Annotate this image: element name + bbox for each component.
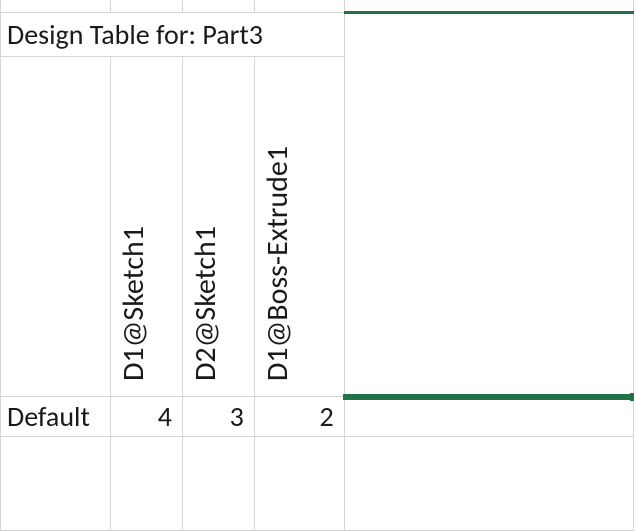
value-cell-e[interactable]	[344, 396, 633, 436]
table-row: Default 4 3 2	[1, 396, 634, 436]
value-cell-b[interactable]: 4	[110, 396, 182, 436]
header-cell-blank[interactable]	[1, 56, 111, 396]
title-text: Design Table for: Part3	[7, 17, 263, 52]
value-cell-c[interactable]: 3	[182, 396, 254, 436]
fill-handle[interactable]	[630, 393, 634, 401]
value-cell-d[interactable]: 2	[254, 396, 344, 436]
cell-top-a[interactable]	[1, 0, 111, 12]
empty-row	[1, 436, 634, 530]
row-label: Default	[7, 399, 90, 434]
design-table[interactable]: Design Table for: Part3 D1@Sketch1 D2@Sk…	[0, 0, 634, 531]
selected-cell[interactable]	[344, 12, 633, 396]
cell-top-e[interactable]	[344, 0, 633, 12]
row-label-cell[interactable]: Default	[1, 396, 111, 436]
title-row: Design Table for: Part3	[1, 12, 634, 56]
empty-cell-a[interactable]	[1, 436, 111, 530]
value-b: 4	[158, 399, 172, 434]
header-cell-b[interactable]: D1@Sketch1	[110, 56, 182, 396]
header-c-label: D2@Sketch1	[183, 220, 254, 387]
value-d: 2	[320, 399, 334, 434]
empty-cell-c[interactable]	[182, 436, 254, 530]
value-c: 3	[230, 399, 244, 434]
header-cell-d[interactable]: D1@Boss-Extrude1	[254, 56, 344, 396]
header-b-label: D1@Sketch1	[111, 220, 182, 387]
cell-top-c[interactable]	[182, 0, 254, 12]
empty-cell-d[interactable]	[254, 436, 344, 530]
header-cell-c[interactable]: D2@Sketch1	[182, 56, 254, 396]
header-d-label: D1@Boss-Extrude1	[255, 140, 344, 387]
empty-cell-e[interactable]	[344, 436, 633, 530]
title-cell[interactable]: Design Table for: Part3	[1, 12, 345, 56]
spreadsheet-top-row	[1, 0, 634, 12]
empty-cell-b[interactable]	[110, 436, 182, 530]
cell-top-b[interactable]	[110, 0, 182, 12]
cell-top-d[interactable]	[254, 0, 344, 12]
